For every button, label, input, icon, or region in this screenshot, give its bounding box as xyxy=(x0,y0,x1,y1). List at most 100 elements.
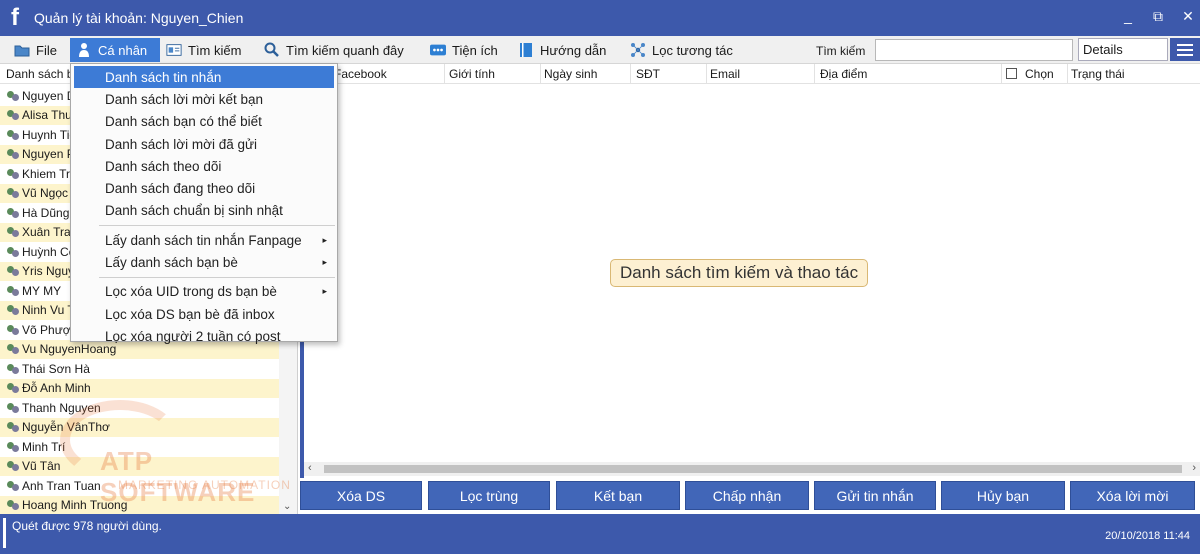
friend-list-item[interactable]: Minh Trí xyxy=(0,437,280,457)
submenu-arrow-icon: ▸ xyxy=(322,234,327,245)
menu-item-filter-inboxed[interactable]: Lọc xóa DS bạn bè đã inbox xyxy=(71,303,337,325)
menu-item-followers-list[interactable]: Danh sách theo dõi xyxy=(71,155,337,177)
search-input[interactable] xyxy=(875,39,1073,61)
friend-list-item[interactable]: Thanh Nguyen xyxy=(0,398,280,418)
status-datetime: 20/10/2018 11:44 xyxy=(1105,530,1190,542)
menu-personal[interactable]: Cá nhân xyxy=(70,38,160,62)
friend-list-item[interactable]: Vũ Tân xyxy=(0,456,280,476)
menu-item-get-friends[interactable]: Lấy danh sách bạn bè ▸ xyxy=(71,251,337,273)
menu-utilities[interactable]: Tiện ích xyxy=(424,38,504,62)
menu-separator xyxy=(99,225,335,227)
menu-item-upcoming-birthdays[interactable]: Danh sách chuẩn bị sinh nhật xyxy=(71,200,337,222)
menu-separator xyxy=(99,276,335,278)
empty-state-label: Danh sách tìm kiếm và thao tác xyxy=(610,259,869,287)
users-icon xyxy=(6,441,20,453)
status-bar: Quét được 978 người dùng. 20/10/2018 11:… xyxy=(0,514,1200,554)
friend-name: Hà Dũng xyxy=(22,205,70,220)
menu-file[interactable]: File xyxy=(8,38,63,62)
hamburger-menu-icon[interactable] xyxy=(1170,38,1200,61)
select-all-checkbox[interactable] xyxy=(1006,68,1017,79)
menu-interaction-filter-label: Lọc tương tác xyxy=(652,42,733,58)
users-icon xyxy=(6,499,20,511)
users-icon xyxy=(6,304,20,316)
users-icon xyxy=(6,480,20,492)
column-birthday[interactable]: Ngày sinh xyxy=(544,67,597,81)
menu-personal-label: Cá nhân xyxy=(98,42,148,58)
users-icon xyxy=(6,168,20,180)
id-card-icon xyxy=(166,42,182,58)
menu-interaction-filter[interactable]: Lọc tương tác xyxy=(624,38,739,62)
folder-icon xyxy=(14,42,30,58)
personal-dropdown-menu: Danh sách tin nhắn Danh sách lời mời kết… xyxy=(70,63,338,344)
menu-guide[interactable]: Hướng dẫn xyxy=(512,38,612,62)
friend-list-item[interactable]: Hoang Minh Truong xyxy=(0,495,280,515)
search-icon xyxy=(264,42,280,58)
column-status[interactable]: Trạng thái xyxy=(1071,67,1125,81)
column-select[interactable]: Chọn xyxy=(1006,67,1054,81)
friend-name: Nguyễn VânThơ xyxy=(22,420,110,435)
users-icon xyxy=(6,460,20,472)
book-icon xyxy=(518,42,534,58)
friend-name: Đỗ Anh Minh xyxy=(22,381,91,396)
users-icon xyxy=(6,382,20,394)
filter-duplicates-button[interactable]: Lọc trùng xyxy=(428,481,550,510)
window-title: Quản lý tài khoản: Nguyen_Chien xyxy=(34,10,244,26)
friend-name: Minh Trí xyxy=(22,439,66,454)
results-horizontal-scrollbar[interactable]: ‹ › xyxy=(304,462,1200,476)
users-icon xyxy=(6,421,20,433)
friend-list-item[interactable]: Đỗ Anh Minh xyxy=(0,378,280,398)
unfriend-button[interactable]: Hủy bạn xyxy=(941,481,1065,510)
column-facebook[interactable]: Facebook xyxy=(334,67,387,81)
add-friend-button[interactable]: Kết bạn xyxy=(556,481,680,510)
menu-item-friend-requests-list[interactable]: Danh sách lời mời kết bạn xyxy=(71,88,337,110)
friend-list-item[interactable]: Thái Sơn Hà xyxy=(0,359,280,379)
friend-name: Alisa Thu xyxy=(22,108,72,123)
send-message-button[interactable]: Gửi tin nhắn xyxy=(814,481,936,510)
friend-name: Thái Sơn Hà xyxy=(22,361,90,376)
search-label: Tìm kiếm xyxy=(816,44,866,58)
friend-name: Anh Tran Tuan xyxy=(22,478,101,493)
users-icon xyxy=(6,324,20,336)
minimize-button[interactable]: _ xyxy=(1122,8,1134,25)
column-gender[interactable]: Giới tính xyxy=(449,67,495,81)
menu-file-label: File xyxy=(36,42,57,58)
friend-list-item[interactable]: Nguyễn VânThơ xyxy=(0,417,280,437)
menu-item-people-you-may-know[interactable]: Danh sách bạn có thể biết xyxy=(71,111,337,133)
users-icon xyxy=(6,402,20,414)
users-icon xyxy=(6,363,20,375)
person-icon xyxy=(76,42,92,58)
scroll-right-icon[interactable]: › xyxy=(1192,462,1196,474)
network-icon xyxy=(630,42,646,58)
view-mode-select[interactable]: Details xyxy=(1078,38,1168,61)
menu-item-fanpage-messages[interactable]: Lấy danh sách tin nhắn Fanpage ▸ xyxy=(71,229,337,251)
friend-name: Thanh Nguyen xyxy=(22,400,101,415)
dots-icon xyxy=(430,42,446,58)
users-icon xyxy=(6,109,20,121)
menu-search-nearby-label: Tìm kiếm quanh đây xyxy=(286,42,404,58)
menu-item-following-list[interactable]: Danh sách đang theo dõi xyxy=(71,177,337,199)
menu-item-filter-recent-posts[interactable]: Lọc xóa người 2 tuần có post xyxy=(71,325,337,347)
close-button[interactable]: ✕ xyxy=(1182,8,1194,25)
status-message: Quét được 978 người dùng. xyxy=(12,519,162,533)
users-icon xyxy=(6,265,20,277)
column-location[interactable]: Địa điểm xyxy=(820,67,867,81)
accept-button[interactable]: Chấp nhận xyxy=(685,481,809,510)
menu-search[interactable]: Tìm kiếm xyxy=(160,38,247,62)
clear-list-button[interactable]: Xóa DS xyxy=(300,481,422,510)
column-email[interactable]: Email xyxy=(710,67,740,81)
scroll-left-icon[interactable]: ‹ xyxy=(308,462,312,474)
menu-item-filter-uid[interactable]: Lọc xóa UID trong ds bạn bè ▸ xyxy=(71,281,337,303)
menu-item-messages-list[interactable]: Danh sách tin nhắn xyxy=(74,66,334,89)
users-icon xyxy=(6,246,20,258)
results-table-header: Facebook Giới tính Ngày sinh SĐT Email Đ… xyxy=(304,64,1200,84)
scroll-thumb[interactable] xyxy=(324,465,1182,473)
column-phone[interactable]: SĐT xyxy=(636,67,660,81)
scroll-down-icon[interactable]: ⌄ xyxy=(283,501,291,512)
restore-button[interactable]: ⧉ xyxy=(1152,8,1164,25)
menu-search-nearby[interactable]: Tìm kiếm quanh đây xyxy=(258,38,410,62)
delete-invitations-button[interactable]: Xóa lời mời xyxy=(1070,481,1195,510)
friend-list-item[interactable]: Anh Tran Tuan xyxy=(0,476,280,496)
menu-item-sent-invitations[interactable]: Danh sách lời mời đã gửi xyxy=(71,133,337,155)
friend-name: Vũ Ngọc xyxy=(22,186,69,201)
users-icon xyxy=(6,129,20,141)
